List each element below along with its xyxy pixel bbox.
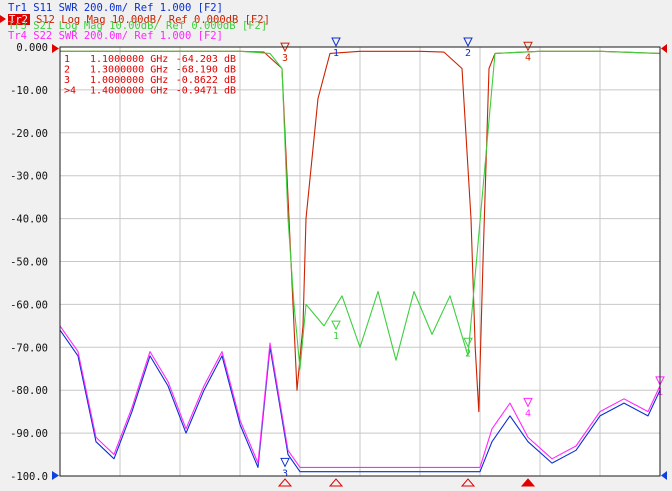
y-tick-label: -10.00	[10, 85, 48, 97]
marker-readout-value: -0.8622 dB	[176, 75, 236, 86]
marker-readout-row: 2 1.3000000 GHz -68.190 dB	[64, 65, 236, 76]
marker-readout-freq: 1.3000000 GHz	[90, 65, 168, 76]
marker-label: 3	[282, 53, 288, 64]
marker-readout-freq: 1.4000000 GHz	[90, 86, 168, 97]
marker-label: 4	[525, 408, 531, 419]
y-tick-label: -50.00	[10, 257, 48, 269]
marker-readout-id: >4	[64, 86, 76, 97]
y-tick-label: -70.00	[10, 342, 48, 354]
y-tick-label: 0.000	[16, 42, 48, 54]
marker-readout-id: 3	[64, 75, 70, 86]
y-tick-label: -30.00	[10, 171, 48, 183]
marker-label: 2	[465, 348, 471, 359]
legend-row-tr4[interactable]: Tr4 S22 SWR 200.0m/ Ref 1.000 [F2]	[8, 30, 223, 42]
marker-readout-value: -68.190 dB	[176, 65, 236, 76]
legend-text-tr1: Tr1 S11 SWR 200.0m/ Ref 1.000 [F2]	[8, 2, 223, 14]
marker-label: 1	[333, 331, 339, 342]
legend-row-tr1[interactable]: Tr1 S11 SWR 200.0m/ Ref 1.000 [F2]	[8, 2, 223, 14]
marker-label: 2	[465, 48, 471, 59]
marker-readout-freq: 1.1000000 GHz	[90, 54, 168, 65]
marker-readout-value: -0.9471 dB	[176, 86, 236, 97]
y-tick-label: -100.0	[10, 471, 48, 483]
vna-display: Tr1 S11 SWR 200.0m/ Ref 1.000 [F2] Tr2 S…	[0, 0, 672, 491]
marker-label: 3	[282, 468, 288, 479]
marker-readout-freq: 1.0000000 GHz	[90, 75, 168, 86]
legend-text-tr4: Tr4 S22 SWR 200.0m/ Ref 1.000 [F2]	[8, 30, 223, 42]
marker-readout-row: 1 1.1000000 GHz -64.203 dB	[64, 54, 236, 65]
y-tick-label: -80.00	[10, 385, 48, 397]
marker-readout-id: 1	[64, 54, 70, 65]
marker-label: 4	[525, 52, 531, 63]
marker-readout-row: >4 1.4000000 GHz -0.9471 dB	[64, 86, 236, 97]
y-tick-label: -40.00	[10, 214, 48, 226]
marker-readout-row: 3 1.0000000 GHz -0.8622 dB	[64, 75, 236, 86]
y-tick-label: -20.00	[10, 128, 48, 140]
marker-readout-id: 2	[64, 65, 70, 76]
marker-readout-table: 1 1.1000000 GHz -64.203 dB 2 1.3000000 GHz -…	[64, 54, 236, 97]
marker-label: 1	[333, 48, 339, 59]
plot-area[interactable]: 1 23 412341	[59, 37, 665, 479]
marker-readout-value: -64.203 dB	[176, 54, 236, 65]
y-tick-label: -90.00	[10, 428, 48, 440]
y-tick-label: -60.00	[10, 299, 48, 311]
